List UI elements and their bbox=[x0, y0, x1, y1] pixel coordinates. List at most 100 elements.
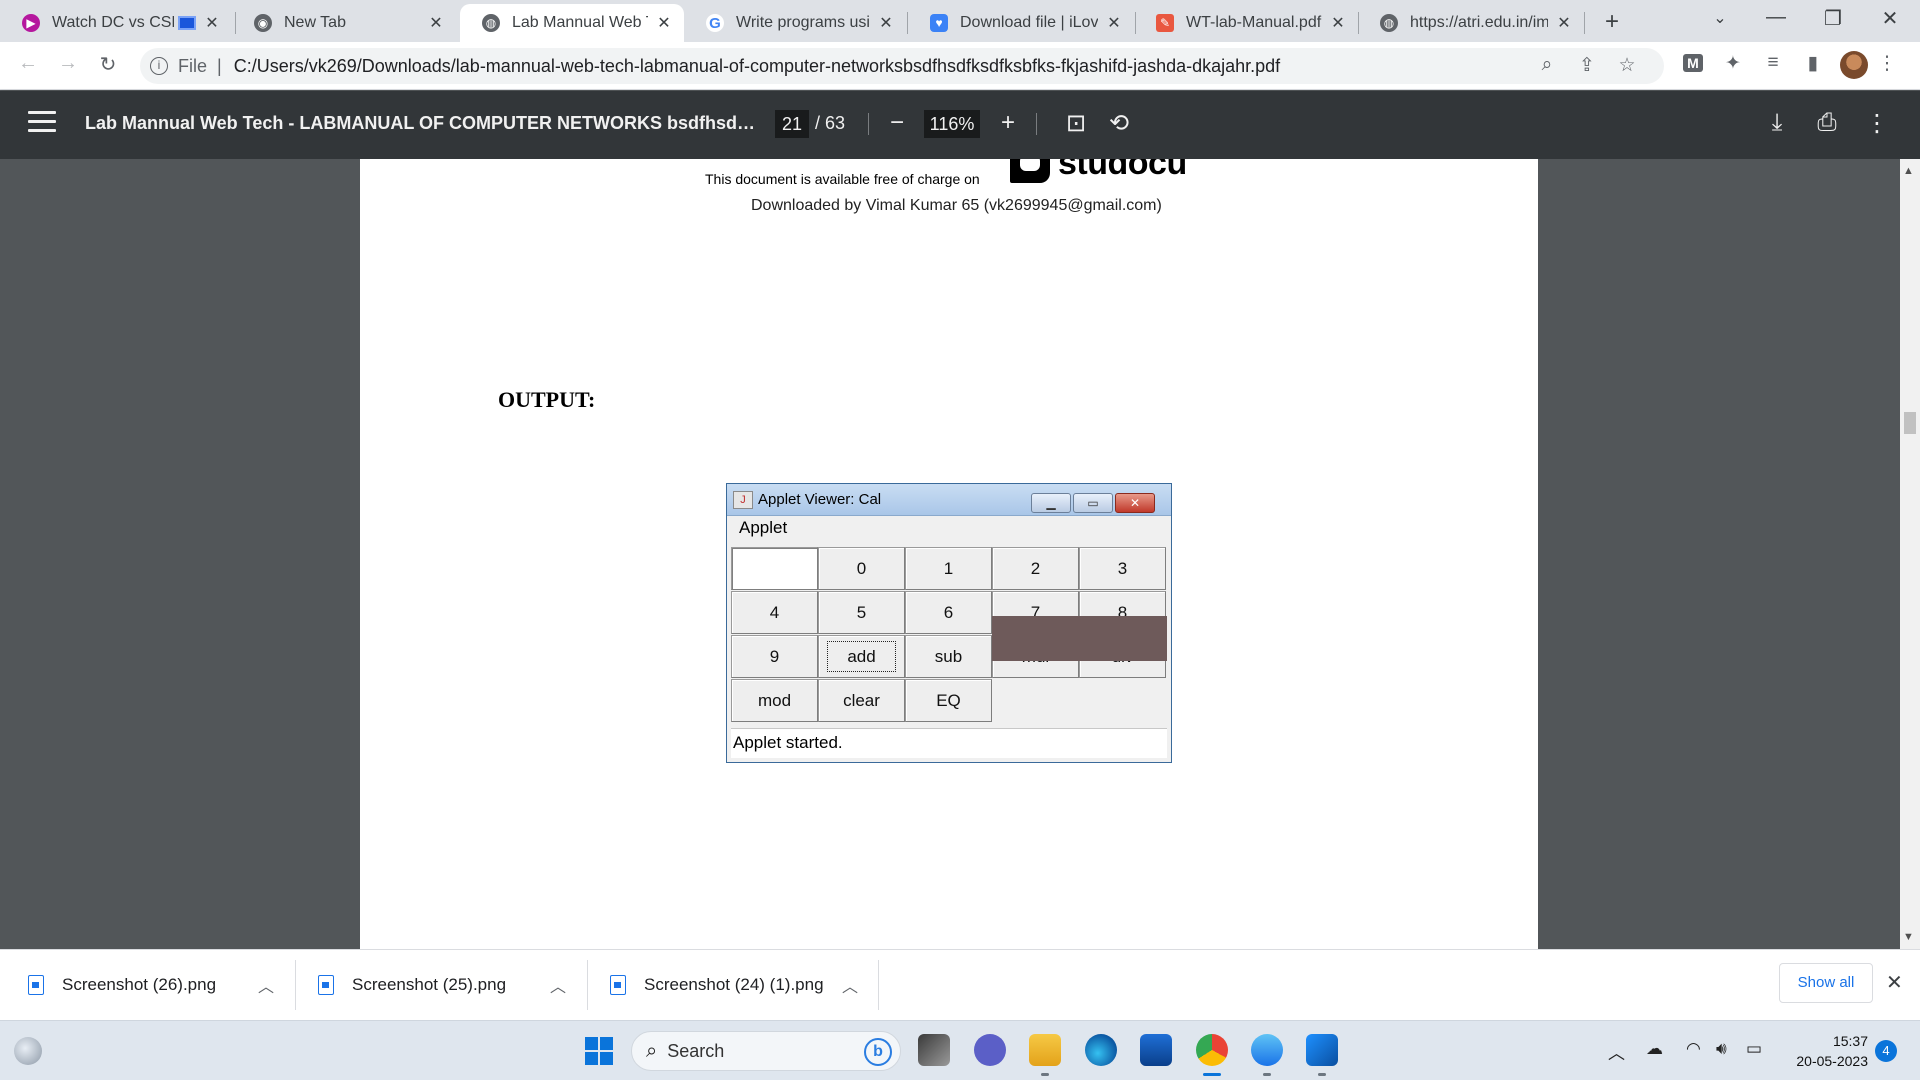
applet-minimize-icon[interactable]: ▁ bbox=[1031, 493, 1071, 513]
clear-button[interactable]: clear bbox=[818, 679, 905, 722]
clock[interactable]: 15:37 20-05-2023 bbox=[1786, 1031, 1868, 1071]
tab-atri[interactable]: ◍ https://atri.edu.in/ima ✕ bbox=[1358, 4, 1584, 42]
button-label: sub bbox=[934, 647, 963, 666]
close-tab-icon[interactable]: ✕ bbox=[1104, 13, 1124, 33]
zoom-out-button[interactable]: − bbox=[881, 109, 913, 137]
profile-avatar[interactable] bbox=[1840, 51, 1868, 79]
extensions-puzzle-icon[interactable]: ✦ bbox=[1718, 52, 1748, 75]
mod-button[interactable]: mod bbox=[731, 679, 818, 722]
applet-close-icon[interactable]: ✕ bbox=[1115, 493, 1155, 513]
forward-icon[interactable]: → bbox=[54, 52, 82, 75]
ilovepdf-icon: ♥ bbox=[930, 14, 948, 32]
chrome-icon[interactable] bbox=[1196, 1034, 1228, 1066]
tab-wt-lab-manual[interactable]: ✎ WT-lab-Manual.pdf ✕ bbox=[1134, 4, 1358, 42]
download-item[interactable]: Screenshot (24) (1).png ︿ bbox=[610, 950, 872, 1020]
back-icon[interactable]: ← bbox=[14, 52, 42, 75]
weather-icon[interactable] bbox=[14, 1037, 42, 1065]
extension-m-icon[interactable]: M bbox=[1678, 52, 1708, 74]
tab-watch-dc-vs-csk[interactable]: ▶ Watch DC vs CSK ✕ bbox=[0, 4, 232, 42]
fit-page-icon[interactable]: ⊡ bbox=[1060, 109, 1092, 138]
close-tab-icon[interactable]: ✕ bbox=[654, 13, 674, 33]
button-9[interactable]: 9 bbox=[731, 635, 818, 678]
file-explorer-icon[interactable] bbox=[1029, 1034, 1061, 1066]
downloaded-by-line: Downloaded by Vimal Kumar 65 (vk2699945@… bbox=[751, 197, 1162, 214]
bookmark-star-icon[interactable]: ☆ bbox=[1612, 54, 1642, 77]
close-tab-icon[interactable]: ✕ bbox=[1554, 13, 1574, 33]
close-tab-icon[interactable]: ✕ bbox=[876, 13, 896, 33]
tab-new-tab[interactable]: ◉ New Tab ✕ bbox=[232, 4, 456, 42]
show-hidden-icons[interactable]: ︿ bbox=[1608, 1039, 1625, 1064]
bing-icon[interactable]: b bbox=[864, 1038, 892, 1066]
studocu-mark-icon bbox=[1010, 159, 1050, 183]
add-button[interactable]: add bbox=[818, 635, 905, 678]
applet-menu[interactable]: Applet bbox=[727, 516, 1171, 540]
button-3[interactable]: 3 bbox=[1079, 547, 1166, 590]
taskbar-search[interactable]: ⌕ Search b bbox=[631, 1031, 901, 1071]
reload-icon[interactable]: ↻ bbox=[94, 52, 122, 77]
pdf-document-area[interactable]: This document is available free of charg… bbox=[0, 159, 1900, 949]
scrollbar-thumb[interactable] bbox=[1904, 412, 1916, 434]
scroll-down-icon[interactable]: ▼ bbox=[1903, 931, 1914, 943]
close-tab-icon[interactable]: ✕ bbox=[426, 13, 446, 33]
tab-write-programs[interactable]: G Write programs using ✕ bbox=[684, 4, 906, 42]
chevron-up-icon[interactable]: ︿ bbox=[258, 973, 274, 997]
notification-badge[interactable]: 4 bbox=[1875, 1040, 1897, 1062]
tab-ilovepdf[interactable]: ♥ Download file | iLovel ✕ bbox=[908, 4, 1134, 42]
print-icon[interactable]: ⎙ bbox=[1811, 109, 1843, 137]
cast-icon bbox=[178, 16, 196, 30]
download-icon[interactable]: ⤓ bbox=[1761, 109, 1793, 137]
show-all-button[interactable]: Show all bbox=[1779, 963, 1873, 1003]
chevron-up-icon[interactable]: ︿ bbox=[842, 973, 858, 997]
more-options-icon[interactable]: ⋮ bbox=[1861, 109, 1893, 138]
new-tab-button[interactable]: + bbox=[1598, 8, 1626, 36]
onedrive-icon[interactable]: ☁ bbox=[1646, 1039, 1663, 1059]
button-5[interactable]: 5 bbox=[818, 591, 905, 634]
button-6[interactable]: 6 bbox=[905, 591, 992, 634]
info-icon[interactable]: i bbox=[150, 57, 168, 75]
url-text[interactable]: C:/Users/vk269/Downloads/lab-mannual-web… bbox=[234, 56, 1280, 77]
minimize-icon[interactable]: — bbox=[1756, 6, 1796, 29]
download-item[interactable]: Screenshot (26).png ︿ bbox=[28, 950, 290, 1020]
button-2[interactable]: 2 bbox=[992, 547, 1079, 590]
button-4[interactable]: 4 bbox=[731, 591, 818, 634]
close-tab-icon[interactable]: ✕ bbox=[202, 13, 222, 33]
restore-icon[interactable]: ❐ bbox=[1813, 6, 1853, 31]
rotate-icon[interactable]: ⟲ bbox=[1103, 109, 1135, 138]
page-number-input[interactable]: 21 bbox=[775, 110, 809, 138]
applet-maximize-icon[interactable]: ▭ bbox=[1073, 493, 1113, 513]
zoom-icon[interactable]: ⌕ bbox=[1532, 54, 1562, 76]
address-bar[interactable]: i File | C:/Users/vk269/Downloads/lab-ma… bbox=[140, 48, 1664, 84]
scroll-up-icon[interactable]: ▲ bbox=[1903, 165, 1914, 177]
chevron-up-icon[interactable]: ︿ bbox=[550, 973, 566, 997]
tab-lab-manual[interactable]: ◍ Lab Mannual Web Tec ✕ bbox=[460, 4, 684, 42]
volume-icon[interactable]: 🔊︎ bbox=[1716, 1039, 1727, 1059]
button-1[interactable]: 1 bbox=[905, 547, 992, 590]
zoom-in-button[interactable]: + bbox=[992, 109, 1024, 137]
button-0[interactable]: 0 bbox=[818, 547, 905, 590]
sidebar-menu-icon[interactable] bbox=[28, 111, 56, 138]
start-button[interactable] bbox=[585, 1037, 613, 1065]
download-item[interactable]: Screenshot (25).png ︿ bbox=[318, 950, 580, 1020]
photos-app-icon[interactable] bbox=[1306, 1034, 1338, 1066]
menu-kebab-icon[interactable]: ⋮ bbox=[1872, 52, 1902, 75]
reading-list-icon[interactable]: ≡ bbox=[1758, 52, 1788, 74]
microsoft-store-icon[interactable] bbox=[1140, 1034, 1172, 1066]
close-shelf-icon[interactable]: ✕ bbox=[1886, 970, 1903, 995]
close-tab-icon[interactable]: ✕ bbox=[1328, 13, 1348, 33]
tab-search-icon[interactable]: ⌄ bbox=[1700, 8, 1740, 28]
eq-button[interactable]: EQ bbox=[905, 679, 992, 722]
zoom-level-input[interactable]: 116% bbox=[924, 110, 980, 138]
share-icon[interactable]: ⇪ bbox=[1572, 54, 1602, 77]
teams-chat-icon[interactable] bbox=[974, 1034, 1006, 1066]
sub-button[interactable]: sub bbox=[905, 635, 992, 678]
document-scrollbar[interactable]: ▲ ▼ bbox=[1900, 159, 1920, 949]
wifi-icon[interactable]: ◠ bbox=[1686, 1039, 1701, 1059]
close-window-icon[interactable]: ✕ bbox=[1870, 6, 1910, 31]
calculator-input-field[interactable] bbox=[731, 547, 818, 590]
edge-icon[interactable] bbox=[1085, 1034, 1117, 1066]
side-panel-icon[interactable]: ▮ bbox=[1798, 52, 1828, 75]
extension-badge: M bbox=[1683, 54, 1703, 72]
battery-icon[interactable]: ▭ bbox=[1746, 1039, 1762, 1059]
edge-profile-icon[interactable] bbox=[1251, 1034, 1283, 1066]
task-view-icon[interactable] bbox=[918, 1034, 950, 1066]
